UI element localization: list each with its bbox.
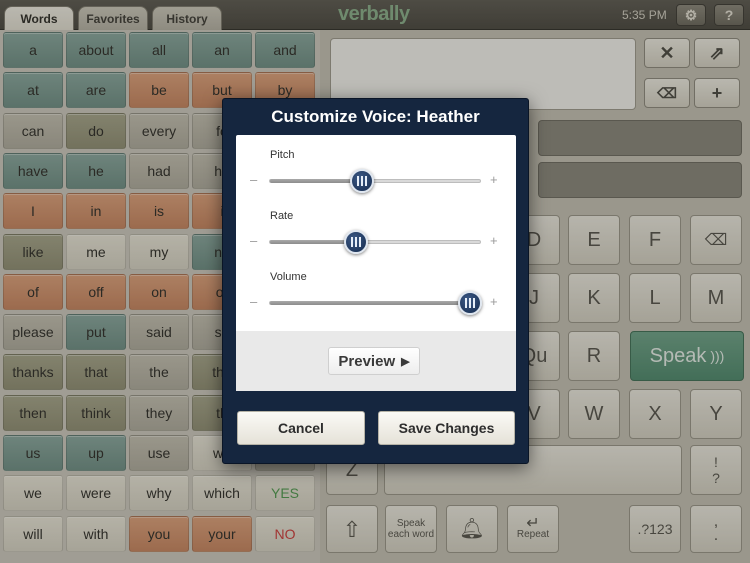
slider-label: Pitch — [270, 149, 295, 161]
preview-area: Preview ▶ — [236, 331, 516, 391]
increase-icon[interactable]: + — [490, 294, 498, 309]
slider-fill — [270, 301, 472, 305]
increase-icon[interactable]: + — [490, 233, 498, 248]
slider-track[interactable] — [269, 301, 481, 305]
slider-label: Rate — [270, 210, 294, 222]
decrease-icon[interactable]: – — [250, 233, 257, 248]
slider-label: Volume — [270, 271, 307, 283]
slider-thumb[interactable] — [458, 291, 483, 315]
play-icon: ▶ — [401, 355, 410, 368]
preview-label: Preview — [338, 352, 396, 370]
cancel-button[interactable]: Cancel — [237, 411, 365, 445]
decrease-icon[interactable]: – — [250, 172, 257, 187]
slider-thumb[interactable] — [343, 230, 368, 254]
decrease-icon[interactable]: – — [250, 294, 257, 309]
dialog-title: Customize Voice: Heather — [271, 107, 480, 126]
slider-track[interactable] — [269, 179, 481, 183]
slider-track[interactable] — [269, 240, 481, 244]
preview-button[interactable]: Preview ▶ — [328, 347, 420, 375]
slider-fill — [270, 179, 364, 183]
slider-thumb[interactable] — [350, 169, 375, 193]
increase-icon[interactable]: + — [490, 172, 498, 187]
customize-voice-dialog: Customize Voice: Heather Preview ▶ Pitch… — [222, 98, 529, 464]
dialog-body: Preview ▶ Pitch – + Rate – + Volume – + — [236, 135, 516, 391]
save-changes-button[interactable]: Save Changes — [378, 411, 515, 445]
